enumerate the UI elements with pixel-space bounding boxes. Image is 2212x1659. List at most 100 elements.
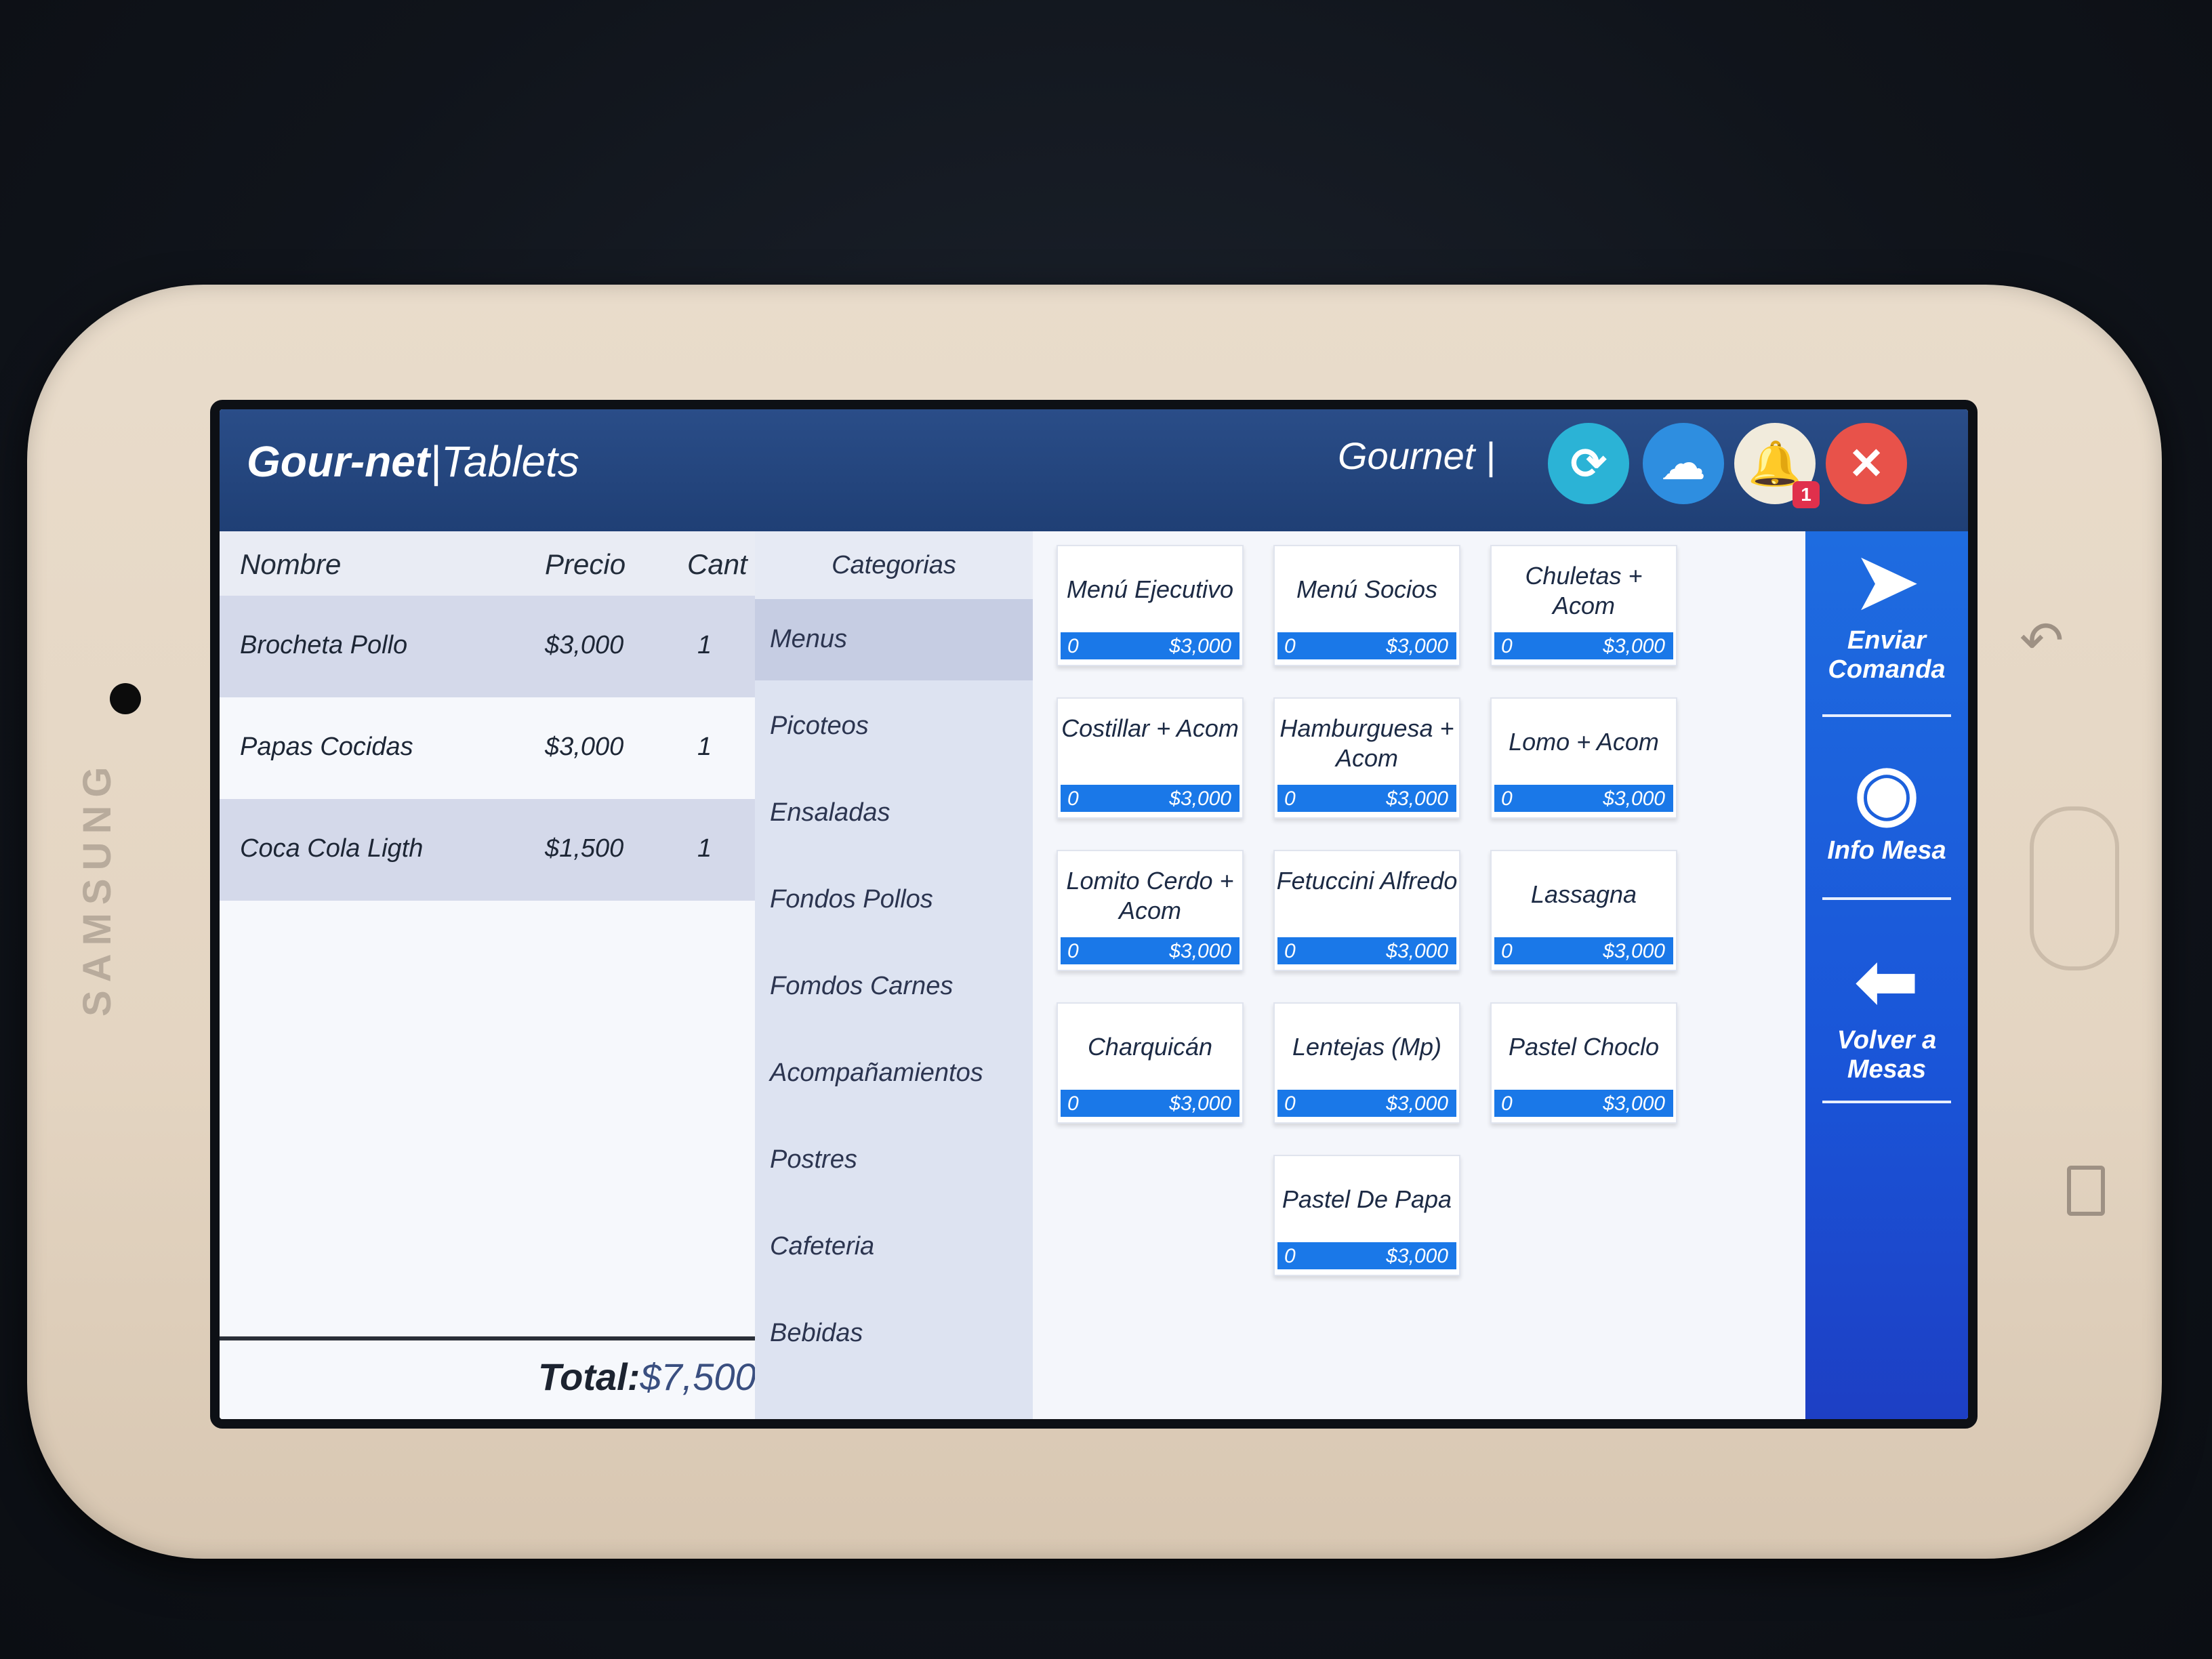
product-price: $3,000 [1386,1245,1448,1267]
categories-header: Categorias [755,531,1033,599]
category-item-fondos-carnes[interactable]: Fomdos Carnes [755,946,1033,1027]
category-item-ensaladas[interactable]: Ensaladas [755,773,1033,854]
order-item-name: Brocheta Pollo [240,631,408,659]
product-qty: 0 [1501,940,1513,962]
total-value: $7,500 [640,1355,756,1398]
actions-divider [1822,714,1951,717]
product-card[interactable]: Fetuccini Alfredo 0 $3,000 [1273,850,1460,971]
arrow-left-icon: ⬅ [1855,940,1919,1023]
product-card[interactable]: Lomito Cerdo + Acom 0 $3,000 [1057,850,1244,971]
back-to-tables-label: Volver a Mesas [1837,1026,1937,1084]
order-item-price: $3,000 [545,631,624,659]
category-label: Fomdos Carnes [770,972,954,1000]
column-header-qty: Cant [687,548,747,580]
product-price: $3,000 [1386,940,1448,962]
category-item-cafeteria[interactable]: Cafeteria [755,1206,1033,1288]
product-price: $3,000 [1169,1092,1231,1115]
user-name: Gournet | [1338,434,1496,477]
product-bar: 0 $3,000 [1494,1090,1673,1117]
product-name: Hamburguesa + Acom [1279,714,1454,772]
sync-button[interactable]: ⟳ [1548,423,1629,504]
send-order-button[interactable]: ➤ Enviar Comanda [1805,538,1968,684]
category-label: Postres [770,1145,857,1174]
product-name: Lassagna [1530,880,1637,908]
bell-icon: 🔔 [1748,438,1802,488]
actions-divider [1822,897,1951,900]
product-card[interactable]: Menú Socios 0 $3,000 [1273,545,1460,666]
category-item-picoteos[interactable]: Picoteos [755,686,1033,767]
product-name: Costillar + Acom [1061,714,1239,742]
product-qty: 0 [1284,1092,1296,1115]
close-icon: ✕ [1848,438,1885,488]
category-item-bebidas[interactable]: Bebidas [755,1293,1033,1374]
actions-panel: ➤ Enviar Comanda ◉ Info Mesa ⬅ Volver a … [1805,531,1968,1419]
product-name: Lomo + Acom [1509,728,1659,756]
product-name: Lomito Cerdo + Acom [1066,867,1234,924]
app-title-separator: | [430,437,441,486]
product-qty: 0 [1501,787,1513,810]
product-name: Menú Ejecutivo [1066,575,1234,603]
category-item-postres[interactable]: Postres [755,1120,1033,1201]
column-header-price: Precio [545,548,626,580]
app-title-brand: Gour-net [247,437,430,486]
total-label: Total: [538,1355,640,1398]
category-item-menus[interactable]: Menus [755,599,1033,680]
product-name: Menú Socios [1296,575,1438,603]
table-info-button[interactable]: ◉ Info Mesa [1805,748,1968,865]
product-bar: 0 $3,000 [1061,1090,1240,1117]
product-card[interactable]: Pastel Choclo 0 $3,000 [1490,1002,1677,1124]
top-bar: Gour-net|Tablets Gournet | ⟳ ☁ 🔔 1 ✕ [220,409,1968,531]
product-bar: 0 $3,000 [1277,785,1456,812]
product-card[interactable]: Hamburguesa + Acom 0 $3,000 [1273,697,1460,819]
category-item-fondos-pollos[interactable]: Fondos Pollos [755,859,1033,941]
product-name: Fetuccini Alfredo [1276,867,1458,895]
category-label: Fondos Pollos [770,885,933,914]
device-brand: SAMSUNG [75,758,119,1017]
back-to-tables-button[interactable]: ⬅ Volver a Mesas [1805,938,1968,1084]
product-qty: 0 [1501,635,1513,657]
order-panel: Nombre Precio Cant Brocheta Pollo $3,000… [220,531,756,1419]
hardware-recent-apps-icon[interactable] [2067,1166,2105,1216]
paper-plane-icon: ➤ [1855,540,1919,623]
notification-badge: 1 [1793,481,1820,508]
category-item-acompanamientos[interactable]: Acompañamientos [755,1033,1033,1114]
product-card[interactable]: Chuletas + Acom 0 $3,000 [1490,545,1677,666]
order-row[interactable]: Papas Cocidas $3,000 1 [220,697,755,799]
product-price: $3,000 [1603,1092,1665,1115]
product-bar: 0 $3,000 [1061,937,1240,964]
order-item-price: $3,000 [545,733,624,761]
product-price: $3,000 [1603,940,1665,962]
product-price: $3,000 [1169,787,1231,810]
product-bar: 0 $3,000 [1277,1090,1456,1117]
notifications-button[interactable]: 🔔 1 [1734,423,1820,508]
send-order-label: Enviar Comanda [1828,626,1946,684]
product-name: Pastel De Papa [1282,1185,1452,1213]
product-card[interactable]: Lassagna 0 $3,000 [1490,850,1677,971]
product-card[interactable]: Pastel De Papa 0 $3,000 [1273,1155,1460,1276]
hardware-home-button[interactable] [2030,806,2119,970]
order-item-qty: 1 [697,834,712,863]
product-bar: 0 $3,000 [1061,632,1240,659]
total-divider [220,1336,755,1340]
product-qty: 0 [1284,1245,1296,1267]
product-bar: 0 $3,000 [1277,1242,1456,1269]
product-qty: 0 [1067,787,1079,810]
product-card[interactable]: Costillar + Acom 0 $3,000 [1057,697,1244,819]
order-row[interactable]: Brocheta Pollo $3,000 1 [220,596,755,697]
cloud-button[interactable]: ☁ [1643,423,1724,504]
product-name: Lentejas (Mp) [1292,1033,1442,1061]
product-bar: 0 $3,000 [1061,785,1240,812]
product-card[interactable]: Menú Ejecutivo 0 $3,000 [1057,545,1244,666]
product-price: $3,000 [1386,635,1448,657]
order-row[interactable]: Coca Cola Ligth $1,500 1 [220,799,755,901]
eye-icon: ◉ [1854,750,1919,834]
close-button[interactable]: ✕ [1826,423,1907,504]
product-card[interactable]: Charquicán 0 $3,000 [1057,1002,1244,1124]
product-name: Pastel Choclo [1508,1033,1660,1061]
products-grid: Menú Ejecutivo 0 $3,000 Menú Socios 0 $3,0… [1033,531,1805,1419]
hardware-back-icon[interactable]: ↶ [2020,610,2064,672]
category-label: Bebidas [770,1319,863,1347]
table-info-label: Info Mesa [1827,836,1946,865]
product-card[interactable]: Lentejas (Mp) 0 $3,000 [1273,1002,1460,1124]
product-card[interactable]: Lomo + Acom 0 $3,000 [1490,697,1677,819]
